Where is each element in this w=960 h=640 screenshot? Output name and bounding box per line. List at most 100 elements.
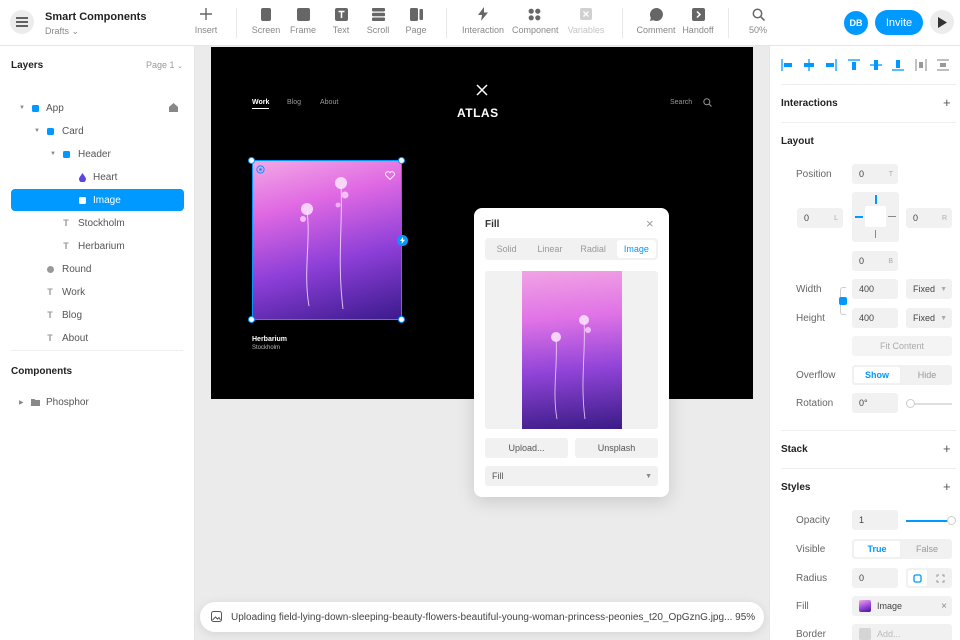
position-bottom-input[interactable]: 0B xyxy=(852,251,898,271)
divider xyxy=(781,468,956,469)
project-location[interactable]: Drafts ⌄ xyxy=(45,26,79,37)
upload-toast: Uploading field-lying-down-sleeping-beau… xyxy=(200,602,764,632)
distribute-vertical-icon[interactable] xyxy=(936,56,950,74)
add-style-icon[interactable]: + xyxy=(943,479,951,494)
preview-button[interactable] xyxy=(930,10,954,34)
avatar[interactable]: DB xyxy=(844,11,868,35)
nav-link-blog[interactable]: Blog xyxy=(287,99,301,106)
layer-label: Round xyxy=(62,263,92,275)
invite-button[interactable]: Invite xyxy=(875,10,923,35)
radius-individual-option[interactable] xyxy=(931,570,950,586)
card-subtitle: Stockholm xyxy=(252,345,281,351)
frame-icon xyxy=(61,149,71,159)
layer-app[interactable]: ▼ App xyxy=(11,97,184,119)
position-right-input[interactable]: 0R xyxy=(906,208,952,228)
search-link[interactable]: Search xyxy=(670,99,692,106)
resize-handle[interactable] xyxy=(398,157,405,164)
slider-knob[interactable] xyxy=(906,399,915,408)
resize-handle[interactable] xyxy=(248,316,255,323)
overflow-hide-option[interactable]: Hide xyxy=(904,367,950,383)
rotation-slider[interactable] xyxy=(906,399,952,408)
layer-card[interactable]: ▼ Card xyxy=(11,120,184,142)
slider-knob[interactable] xyxy=(947,516,956,525)
add-stack-icon[interactable]: + xyxy=(943,441,951,456)
distribute-horizontal-icon[interactable] xyxy=(914,56,928,74)
layer-work[interactable]: T Work xyxy=(11,281,184,303)
upload-button[interactable]: Upload... xyxy=(485,438,568,458)
layer-blog[interactable]: T Blog xyxy=(11,304,184,326)
tab-radial[interactable]: Radial xyxy=(574,240,613,258)
tab-image[interactable]: Image xyxy=(616,240,656,258)
border-input[interactable]: Add... xyxy=(852,624,952,640)
component-folder-phosphor[interactable]: ▶ Phosphor xyxy=(11,391,184,413)
align-top-icon[interactable] xyxy=(847,56,861,74)
handoff-tool[interactable]: Handoff xyxy=(676,6,720,35)
stack-section[interactable]: Stack xyxy=(781,444,808,455)
position-left-input[interactable]: 0L xyxy=(797,208,843,228)
opacity-input[interactable]: 1 xyxy=(852,510,898,530)
constraint-widget[interactable] xyxy=(852,192,899,242)
project-title[interactable]: Smart Components xyxy=(45,11,146,23)
top-toolbar: Smart Components Drafts ⌄ Insert Screen … xyxy=(0,0,960,46)
layer-stockholm[interactable]: T Stockholm xyxy=(11,212,184,234)
add-interaction-icon[interactable]: + xyxy=(943,95,951,110)
page-tool[interactable]: Page xyxy=(394,6,438,35)
width-mode-select[interactable]: Fixed ▼ xyxy=(906,279,952,299)
layer-image[interactable]: Image xyxy=(11,189,184,211)
radius-input[interactable]: 0 xyxy=(852,568,898,588)
page-selector[interactable]: Page 1 ⌄ xyxy=(146,60,183,70)
visible-true-option[interactable]: True xyxy=(854,541,900,557)
variables-tool[interactable]: Variables xyxy=(564,6,608,35)
layer-heart[interactable]: Heart xyxy=(11,166,184,188)
layer-header[interactable]: ▼ Header xyxy=(11,143,184,165)
lock-icon[interactable] xyxy=(839,297,847,305)
align-bottom-icon[interactable] xyxy=(891,56,905,74)
fill-input[interactable]: Image × xyxy=(852,596,952,616)
unsplash-button[interactable]: Unsplash xyxy=(575,438,658,458)
radius-all-option[interactable] xyxy=(908,570,927,586)
fit-content-button[interactable]: Fit Content xyxy=(852,336,952,356)
align-left-icon[interactable] xyxy=(780,56,794,74)
home-icon xyxy=(169,103,178,112)
zoom-control[interactable]: 50% xyxy=(736,6,780,35)
overflow-show-option[interactable]: Show xyxy=(854,367,900,383)
remove-fill-icon[interactable]: × xyxy=(941,601,947,612)
image-fit-select[interactable]: Fill ▼ xyxy=(485,466,658,486)
resize-handle[interactable] xyxy=(398,316,405,323)
align-middle-icon[interactable] xyxy=(869,56,883,74)
visible-false-option[interactable]: False xyxy=(904,541,950,557)
close-icon[interactable]: × xyxy=(646,216,654,231)
search-icon[interactable] xyxy=(703,98,712,107)
layer-round[interactable]: Round xyxy=(11,258,184,280)
align-center-h-icon[interactable] xyxy=(802,56,816,74)
comment-tool[interactable]: Comment xyxy=(634,6,678,35)
interaction-tool[interactable]: Interaction xyxy=(461,6,505,35)
position-top-input[interactable]: 0T xyxy=(852,164,898,184)
divider xyxy=(11,350,183,351)
height-mode-select[interactable]: Fixed ▼ xyxy=(906,308,952,328)
interaction-handle[interactable] xyxy=(397,235,408,246)
properties-panel: Interactions + Layout Position 0T 0L 0R … xyxy=(769,46,960,640)
nav-link-about[interactable]: About xyxy=(320,99,338,106)
rotation-input[interactable]: 0° xyxy=(852,393,898,413)
menu-button[interactable] xyxy=(10,10,34,34)
insert-tool[interactable]: Insert xyxy=(184,6,228,35)
tab-linear[interactable]: Linear xyxy=(530,240,569,258)
opacity-value: 1 xyxy=(859,515,865,525)
height-input[interactable]: 400 xyxy=(852,308,898,328)
layer-herbarium[interactable]: T Herbarium xyxy=(11,235,184,257)
interactions-section[interactable]: Interactions xyxy=(781,98,838,109)
component-tool[interactable]: Component xyxy=(512,6,559,35)
caret-down-icon: ▼ xyxy=(19,105,25,111)
opacity-slider[interactable] xyxy=(906,516,956,525)
resize-handle[interactable] xyxy=(248,157,255,164)
align-right-icon[interactable] xyxy=(824,56,838,74)
width-input[interactable]: 400 xyxy=(852,279,898,299)
fill-type-tabs: Solid Linear Radial Image xyxy=(485,238,658,260)
layer-about[interactable]: T About xyxy=(11,327,184,349)
tab-solid[interactable]: Solid xyxy=(487,240,526,258)
nav-link-work[interactable]: Work xyxy=(252,99,270,109)
heart-icon[interactable] xyxy=(385,171,395,180)
close-icon[interactable] xyxy=(476,84,488,96)
card-image[interactable] xyxy=(252,160,402,320)
